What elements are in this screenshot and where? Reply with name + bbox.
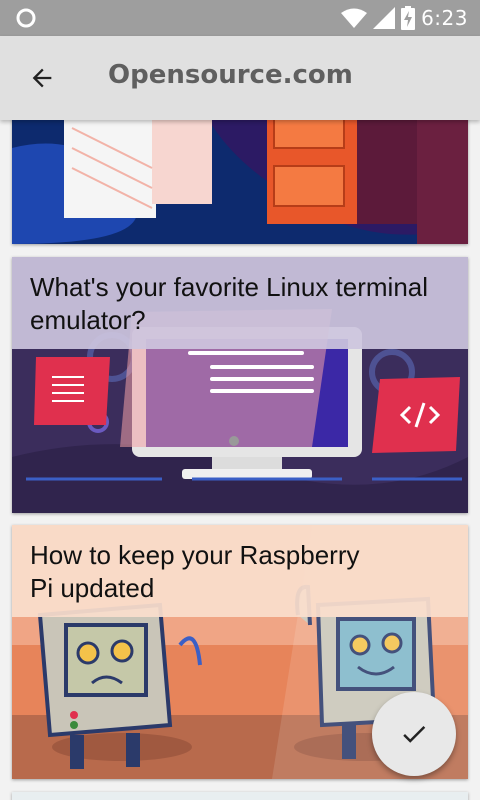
back-button[interactable] <box>20 58 64 98</box>
article-image <box>12 792 468 800</box>
status-time: 6:23 <box>421 6 468 30</box>
circle-notification-icon <box>16 8 36 28</box>
article-card[interactable]: What's your favorite Linux terminal emul… <box>12 257 468 513</box>
article-card[interactable] <box>12 792 468 800</box>
article-card[interactable] <box>12 120 468 244</box>
app-bar: Opensource.com <box>0 36 480 120</box>
checkmark-icon <box>403 726 426 743</box>
wifi-icon <box>341 8 368 28</box>
battery-charging-icon <box>401 6 416 30</box>
article-title: What's your favorite Linux terminal emul… <box>30 272 429 335</box>
mark-read-button[interactable] <box>372 692 456 776</box>
arrow-back-icon <box>32 68 52 88</box>
article-image <box>12 120 468 244</box>
article-title: How to keep your Raspberry Pi updated <box>30 540 360 603</box>
cell-signal-icon <box>373 7 396 29</box>
page-title: Opensource.com <box>108 60 353 90</box>
status-bar: 6:23 <box>0 0 480 36</box>
